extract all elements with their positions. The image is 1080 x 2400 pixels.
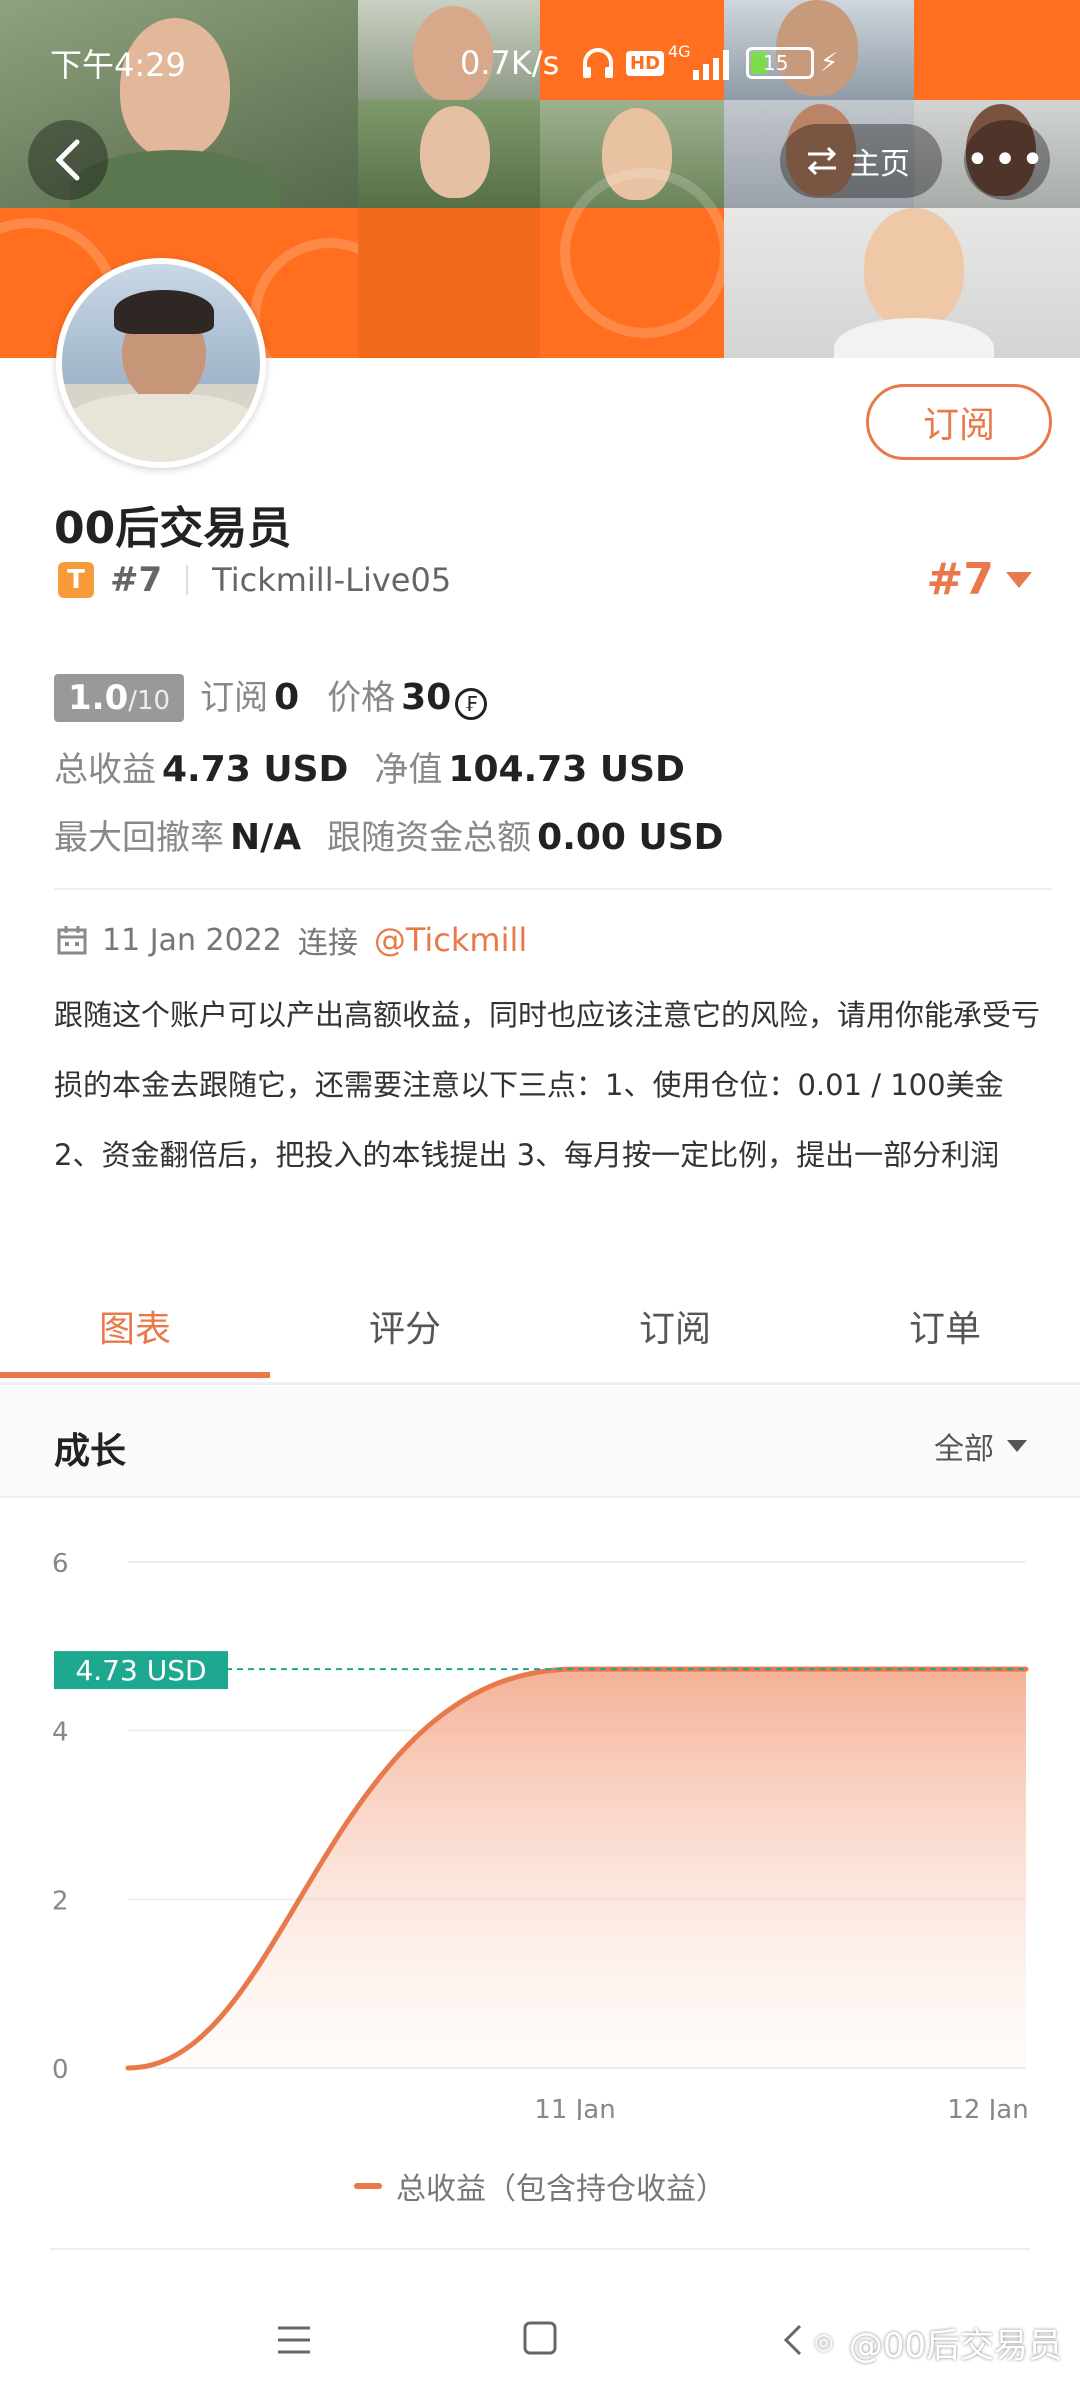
- y-tick-label: 0: [52, 2055, 69, 2085]
- meta-divider: [186, 565, 189, 595]
- strategy-description: 跟随这个账户可以产出高额收益，同时也应该注意它的风险，请用你能承受亏损的本金去跟…: [54, 998, 1041, 1172]
- headphone-icon: [580, 38, 616, 88]
- watermark: ◎ @00后交易员: [804, 2318, 1062, 2367]
- tab-orders[interactable]: 订单: [810, 1290, 1080, 1382]
- connection-date: 11 Jan 2022: [102, 922, 282, 958]
- current-value-label: 4.73 USD: [75, 1654, 206, 1687]
- growth-chart: 6 4 2 0 11 Jan 12 Jan 4.73 USD: [0, 1500, 1080, 2125]
- growth-section-header: 成长 全部: [0, 1386, 1080, 1498]
- home-button[interactable]: 主页: [780, 124, 942, 198]
- score-max: /10: [128, 686, 171, 716]
- back-icon: [783, 2324, 802, 2356]
- x-tick-label: 11 Jan: [534, 2095, 615, 2120]
- legend-swatch: [354, 2183, 382, 2189]
- total-profit-label: 总收益: [54, 750, 156, 790]
- tabs-divider: [0, 1382, 1080, 1385]
- max-drawdown-label: 最大回撤率: [54, 818, 224, 858]
- status-time: 下午4:29: [50, 46, 186, 84]
- back-button[interactable]: [28, 120, 108, 200]
- more-dots-icon: •••: [965, 137, 1049, 183]
- tab-rating[interactable]: 评分: [270, 1290, 540, 1382]
- broker-link[interactable]: @Tickmill: [374, 921, 527, 959]
- weibo-icon: ◎: [804, 2323, 843, 2362]
- growth-chart-svg: 6 4 2 0 11 Jan 12 Jan 4.73 USD: [52, 1549, 1029, 2125]
- battery-level: 15: [763, 51, 789, 75]
- cover-pattern-tile: [358, 208, 540, 358]
- cover-photo-tile: [724, 208, 1080, 358]
- tab-bar: 图表 评分 订阅 订单: [0, 1290, 1080, 1382]
- menu-nav-button[interactable]: [270, 2320, 318, 2360]
- battery-icon: 15 ⚡: [746, 38, 838, 88]
- network-type: 4G: [668, 41, 691, 61]
- coin-icon: ₣: [455, 688, 488, 720]
- section-title: 成长: [54, 1431, 127, 1472]
- hd-icon: HD: [626, 38, 665, 88]
- signal-icon: 4G: [668, 38, 737, 88]
- status-net-speed: 0.7K/s: [460, 44, 560, 82]
- x-tick-label: 12 Jan: [947, 2095, 1028, 2120]
- connection-info: 11 Jan 2022 连接 @Tickmill: [56, 918, 527, 962]
- caret-down-icon: [1006, 571, 1032, 588]
- stat-row-3: 最大回撤率 N/A 跟随资金总额 0.00 USD: [54, 810, 724, 859]
- cover-photo-tile: [358, 100, 540, 208]
- chart-legend: 总收益（包含持仓收益）: [0, 2164, 1080, 2208]
- y-tick-label: 2: [52, 1886, 69, 1916]
- equity-label: 净值: [374, 750, 443, 790]
- menu-icon: [278, 2326, 310, 2354]
- cover-pattern-tile: [914, 0, 1080, 100]
- price-label: 价格: [327, 678, 396, 718]
- follow-funds-label: 跟随资金总额: [327, 818, 532, 858]
- trader-name: 00后交易员: [54, 503, 292, 554]
- price-value: 30: [401, 677, 452, 718]
- trader-meta: T #7 Tickmill-Live05: [58, 560, 451, 600]
- legend-label: 总收益（包含持仓收益）: [396, 2172, 726, 2207]
- stat-row-2: 总收益 4.73 USD 净值 104.73 USD: [54, 742, 685, 791]
- subscribe-count-value: 0: [274, 677, 300, 718]
- equity-value: 104.73 USD: [448, 749, 685, 790]
- rank-selector[interactable]: #7: [927, 554, 1034, 605]
- swap-icon: [807, 146, 837, 176]
- score-badge: 1.0/10: [54, 674, 185, 722]
- max-drawdown-value: N/A: [230, 817, 302, 858]
- range-filter-label: 全部: [934, 1432, 994, 1467]
- avatar[interactable]: [56, 258, 266, 468]
- watermark-text: @00后交易员: [848, 2326, 1062, 2366]
- more-button[interactable]: •••: [964, 120, 1050, 200]
- stat-row-1: 1.0/10 订阅 0 价格 30 ₣: [54, 670, 488, 722]
- subscribe-count-label: 订阅: [200, 678, 269, 718]
- back-arrow-icon: [55, 139, 80, 181]
- connect-label: 连接: [297, 926, 358, 961]
- follow-funds-value: 0.00 USD: [537, 817, 724, 858]
- range-filter-dropdown[interactable]: 全部: [934, 1424, 1028, 1468]
- trader-rank: #7: [110, 560, 163, 600]
- divider: [50, 2248, 1030, 2250]
- y-tick-label: 6: [52, 1549, 69, 1579]
- series-area: [128, 1669, 1026, 2068]
- subscribe-button[interactable]: 订阅: [866, 384, 1052, 460]
- rank-value: #7: [926, 554, 994, 605]
- divider: [54, 888, 1052, 890]
- home-label: 主页: [850, 147, 910, 182]
- tickmill-badge-icon: T: [58, 562, 94, 598]
- tab-chart[interactable]: 图表: [0, 1290, 270, 1382]
- back-nav-button[interactable]: [778, 2320, 808, 2360]
- cover-pattern-tile: [540, 168, 730, 358]
- y-tick-label: 4: [52, 1718, 69, 1748]
- calendar-icon: [57, 926, 87, 955]
- score-value: 1.0: [68, 678, 129, 718]
- total-profit-value: 4.73 USD: [162, 749, 349, 790]
- caret-down-icon: [1007, 1440, 1027, 1452]
- square-icon: [523, 2321, 557, 2355]
- tab-subscription[interactable]: 订阅: [540, 1290, 810, 1382]
- account-name: Tickmill-Live05: [212, 561, 452, 599]
- home-nav-button[interactable]: [520, 2318, 560, 2358]
